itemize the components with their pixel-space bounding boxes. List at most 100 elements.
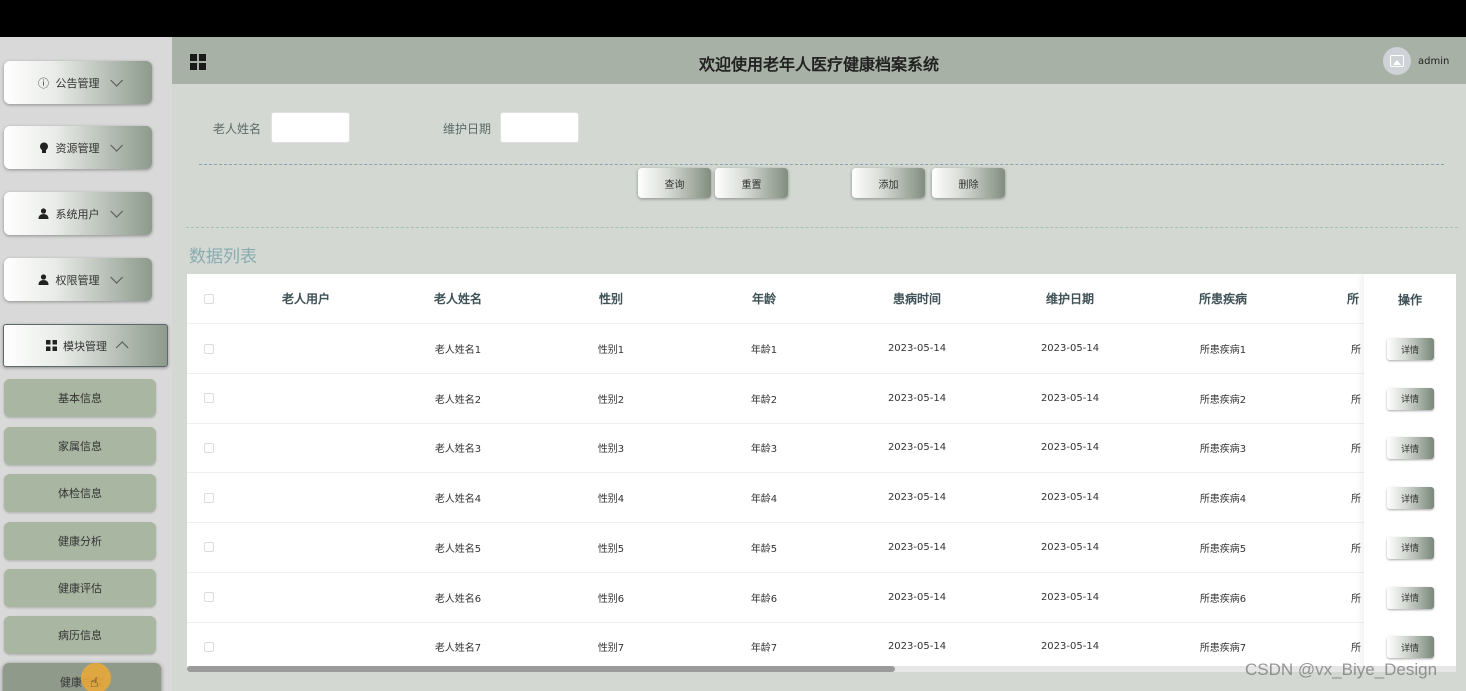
page-title: 欢迎使用老年人医疗健康档案系统: [698, 55, 939, 74]
table-cell: 老人姓名6: [434, 593, 482, 605]
sidebar-item-label: 健康评估: [58, 582, 102, 595]
scrollbar-thumb[interactable]: [187, 666, 895, 672]
maintenance-date-label: 维护日期: [443, 122, 492, 136]
column-header: 年龄: [751, 292, 776, 306]
divider: [186, 227, 1458, 228]
sidebar-item-health-assessment[interactable]: 健康评估: [4, 569, 156, 607]
table-cell: 2023-05-14: [887, 442, 947, 454]
table-row: 老人姓名3 性别3 年龄3 2023-05-14 2023-05-14 所患疾病3 所: [187, 423, 1456, 474]
table-row: 老人姓名2 性别2 年龄2 2023-05-14 2023-05-14 所患疾病2 所: [187, 374, 1456, 424]
table-cell: 2023-05-14: [887, 591, 947, 603]
sidebar-menu-notice[interactable]: ⓘ 公告管理: [4, 61, 152, 104]
maintenance-date-input[interactable]: [500, 112, 579, 143]
sidebar: ⓘ 公告管理 资源管理 系统用户 权限管理 模块管理 基本信息 家属信息 体检信…: [0, 37, 172, 691]
table-cell: 2023-05-14: [1040, 591, 1100, 603]
info-circle-icon: ⓘ: [38, 76, 49, 90]
sidebar-item-basic-info[interactable]: 基本信息: [4, 379, 156, 417]
sidebar-item-checkup-info[interactable]: 体检信息: [4, 474, 156, 512]
column-header: 老人姓名: [433, 292, 482, 306]
sidebar-menu-label: 系统用户: [55, 207, 100, 221]
table-cell: 老人姓名4: [434, 494, 482, 506]
avatar[interactable]: [1383, 47, 1411, 75]
table-cell: 所患疾病6: [1199, 593, 1247, 605]
row-checkbox[interactable]: [204, 442, 214, 453]
sidebar-menu-system-user[interactable]: 系统用户: [4, 192, 152, 235]
table-cell: 所患疾病4: [1199, 494, 1247, 506]
sidebar-menu-label: 模块管理: [63, 339, 107, 353]
row-checkbox[interactable]: [204, 592, 214, 602]
sidebar-menu-label: 资源管理: [55, 141, 100, 155]
table-cell: [231, 473, 381, 522]
table-cell: 所患疾病2: [1199, 394, 1247, 406]
table-cell: 2023-05-14: [1040, 641, 1100, 653]
delete-button[interactable]: 删除: [932, 168, 1005, 198]
chevron-down-icon: [109, 74, 123, 87]
elder-name-input[interactable]: [271, 112, 350, 143]
column-header: 老人用户: [281, 292, 330, 306]
add-button[interactable]: 添加: [852, 168, 925, 198]
table-cell: 详情: [1364, 573, 1456, 623]
table-cell: 2023-05-14: [887, 392, 947, 404]
table-cell: 老人姓名5: [434, 543, 482, 555]
chevron-up-icon: [115, 341, 129, 354]
table-cell: 年龄2: [750, 394, 778, 406]
table-row: 老人姓名5 性别5 年龄5 2023-05-14 2023-05-14 所患疾病5 所: [187, 523, 1456, 573]
row-checkbox[interactable]: [204, 492, 214, 503]
top-black-bar: [0, 0, 1466, 37]
operation-column: 操作 详情 详情 详情 详情 详情 详情 详情: [1364, 274, 1456, 669]
table-cell: 性别3: [597, 444, 625, 456]
elder-name-label: 老人姓名: [213, 122, 262, 136]
detail-button[interactable]: 详情: [1386, 636, 1434, 659]
sidebar-item-family-info[interactable]: 家属信息: [4, 427, 156, 465]
row-checkbox[interactable]: [204, 542, 214, 553]
select-all-checkbox[interactable]: [204, 293, 214, 304]
row-checkbox[interactable]: [204, 641, 214, 652]
table-cell: [231, 423, 381, 472]
header-bar: 欢迎使用老年人医疗健康档案系统 admin: [172, 37, 1466, 84]
detail-button[interactable]: 详情: [1386, 586, 1434, 609]
table-cell: 年龄1: [750, 345, 778, 356]
table-cell: [231, 573, 381, 622]
sidebar-menu-permission[interactable]: 权限管理: [4, 258, 152, 301]
sidebar-item-health-analysis[interactable]: 健康分析: [4, 522, 156, 560]
data-table: 老人用户 老人姓名 性别 年龄 患病时间 维护日期 所患疾病 所 老人姓名1 性别…: [187, 274, 1456, 669]
chevron-down-icon: [109, 271, 123, 284]
table-cell: 详情: [1364, 473, 1456, 523]
sidebar-menu-module[interactable]: 模块管理: [3, 324, 168, 367]
detail-button[interactable]: 详情: [1386, 387, 1434, 410]
hand-cursor-icon: ☝: [90, 675, 99, 691]
table-cell: 详情: [1364, 423, 1456, 473]
reset-button[interactable]: 重置: [715, 168, 788, 198]
detail-button[interactable]: 详情: [1386, 437, 1434, 460]
table-cell: [231, 324, 381, 373]
table-cell: 老人姓名1: [434, 345, 482, 356]
detail-button[interactable]: 详情: [1386, 338, 1434, 360]
data-list-title: 数据列表: [189, 247, 257, 267]
username[interactable]: admin: [1418, 56, 1449, 67]
sidebar-item-medical-record[interactable]: 病历信息: [4, 616, 156, 654]
table-cell: 年龄7: [750, 643, 778, 655]
bulb-icon: [38, 142, 50, 154]
table-cell: 所患疾病3: [1199, 444, 1247, 456]
sidebar-item-label: 家属信息: [58, 440, 102, 453]
table-cell: 性别5: [597, 543, 625, 555]
sidebar-menu-label: 权限管理: [55, 273, 100, 287]
table-cell: 所患疾病1: [1199, 345, 1247, 356]
row-checkbox[interactable]: [204, 343, 214, 354]
table-cell: 2023-05-14: [1040, 392, 1100, 404]
sidebar-item-label: 病历信息: [58, 629, 102, 642]
sidebar-item-label: 基本信息: [58, 392, 102, 405]
row-checkbox[interactable]: [204, 393, 214, 404]
sidebar-item-label: 体检信息: [58, 487, 102, 500]
user-icon: [38, 274, 50, 286]
user-icon: [38, 208, 50, 220]
main-content: 欢迎使用老年人医疗健康档案系统 admin 老人姓名 维护日期 查询 重置 添加…: [172, 37, 1466, 691]
detail-button[interactable]: 详情: [1386, 536, 1434, 559]
grid-icon: [45, 340, 57, 352]
detail-button[interactable]: 详情: [1386, 487, 1434, 510]
table-row: 老人姓名1 性别1 年龄1 2023-05-14 2023-05-14 所患疾病1 所: [187, 324, 1456, 374]
table-cell: 老人姓名7: [434, 643, 482, 655]
sidebar-menu-resource[interactable]: 资源管理: [4, 126, 152, 169]
query-button[interactable]: 查询: [638, 168, 711, 198]
table-cell: 年龄4: [750, 494, 778, 506]
